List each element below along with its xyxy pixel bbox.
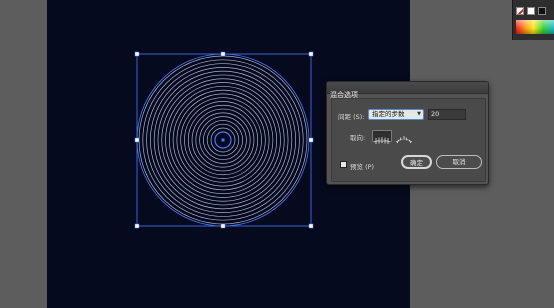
resize-handle[interactable] xyxy=(134,223,140,229)
preview-checkbox[interactable] xyxy=(340,161,347,168)
color-spectrum[interactable] xyxy=(516,20,554,34)
orient-path-icon xyxy=(395,136,413,144)
orient-page-icon xyxy=(373,137,391,144)
spacing-mode-value: 指定的步数 xyxy=(372,110,405,118)
orient-page-button[interactable] xyxy=(372,130,392,144)
swatches-panel xyxy=(512,0,554,40)
resize-handle[interactable] xyxy=(308,51,314,57)
ok-button[interactable]: 确定 xyxy=(401,155,432,169)
swatch-row xyxy=(516,7,546,17)
resize-handle[interactable] xyxy=(134,51,140,57)
orientation-label: 取向: xyxy=(350,134,366,142)
cancel-button[interactable]: 取消 xyxy=(436,155,482,169)
center-point[interactable] xyxy=(221,138,225,142)
steps-input[interactable]: 20 xyxy=(428,109,466,120)
resize-handle[interactable] xyxy=(134,137,140,143)
resize-handle[interactable] xyxy=(308,223,314,229)
resize-handle[interactable] xyxy=(220,51,226,57)
resize-handle[interactable] xyxy=(220,223,226,229)
resize-handle[interactable] xyxy=(308,137,314,143)
blend-options-dialog: 混合选项 间距 (S): 指定的步数 ▼ 20 取向: 预览 (P) 确定 取消 xyxy=(326,81,489,185)
spacing-label: 间距 (S): xyxy=(338,113,365,121)
swatch-white[interactable] xyxy=(527,7,535,15)
swatch-black[interactable] xyxy=(538,7,546,15)
dialog-body: 间距 (S): 指定的步数 ▼ 20 取向: 预览 (P) 确定 取消 xyxy=(331,98,486,182)
swatch-none[interactable] xyxy=(516,7,524,15)
dialog-titlebar[interactable]: 混合选项 xyxy=(327,82,488,99)
preview-label[interactable]: 预览 (P) xyxy=(350,161,374,171)
spacing-mode-select[interactable]: 指定的步数 ▼ xyxy=(368,109,424,120)
orient-path-button[interactable] xyxy=(395,130,415,144)
chevron-down-icon: ▼ xyxy=(417,111,421,117)
